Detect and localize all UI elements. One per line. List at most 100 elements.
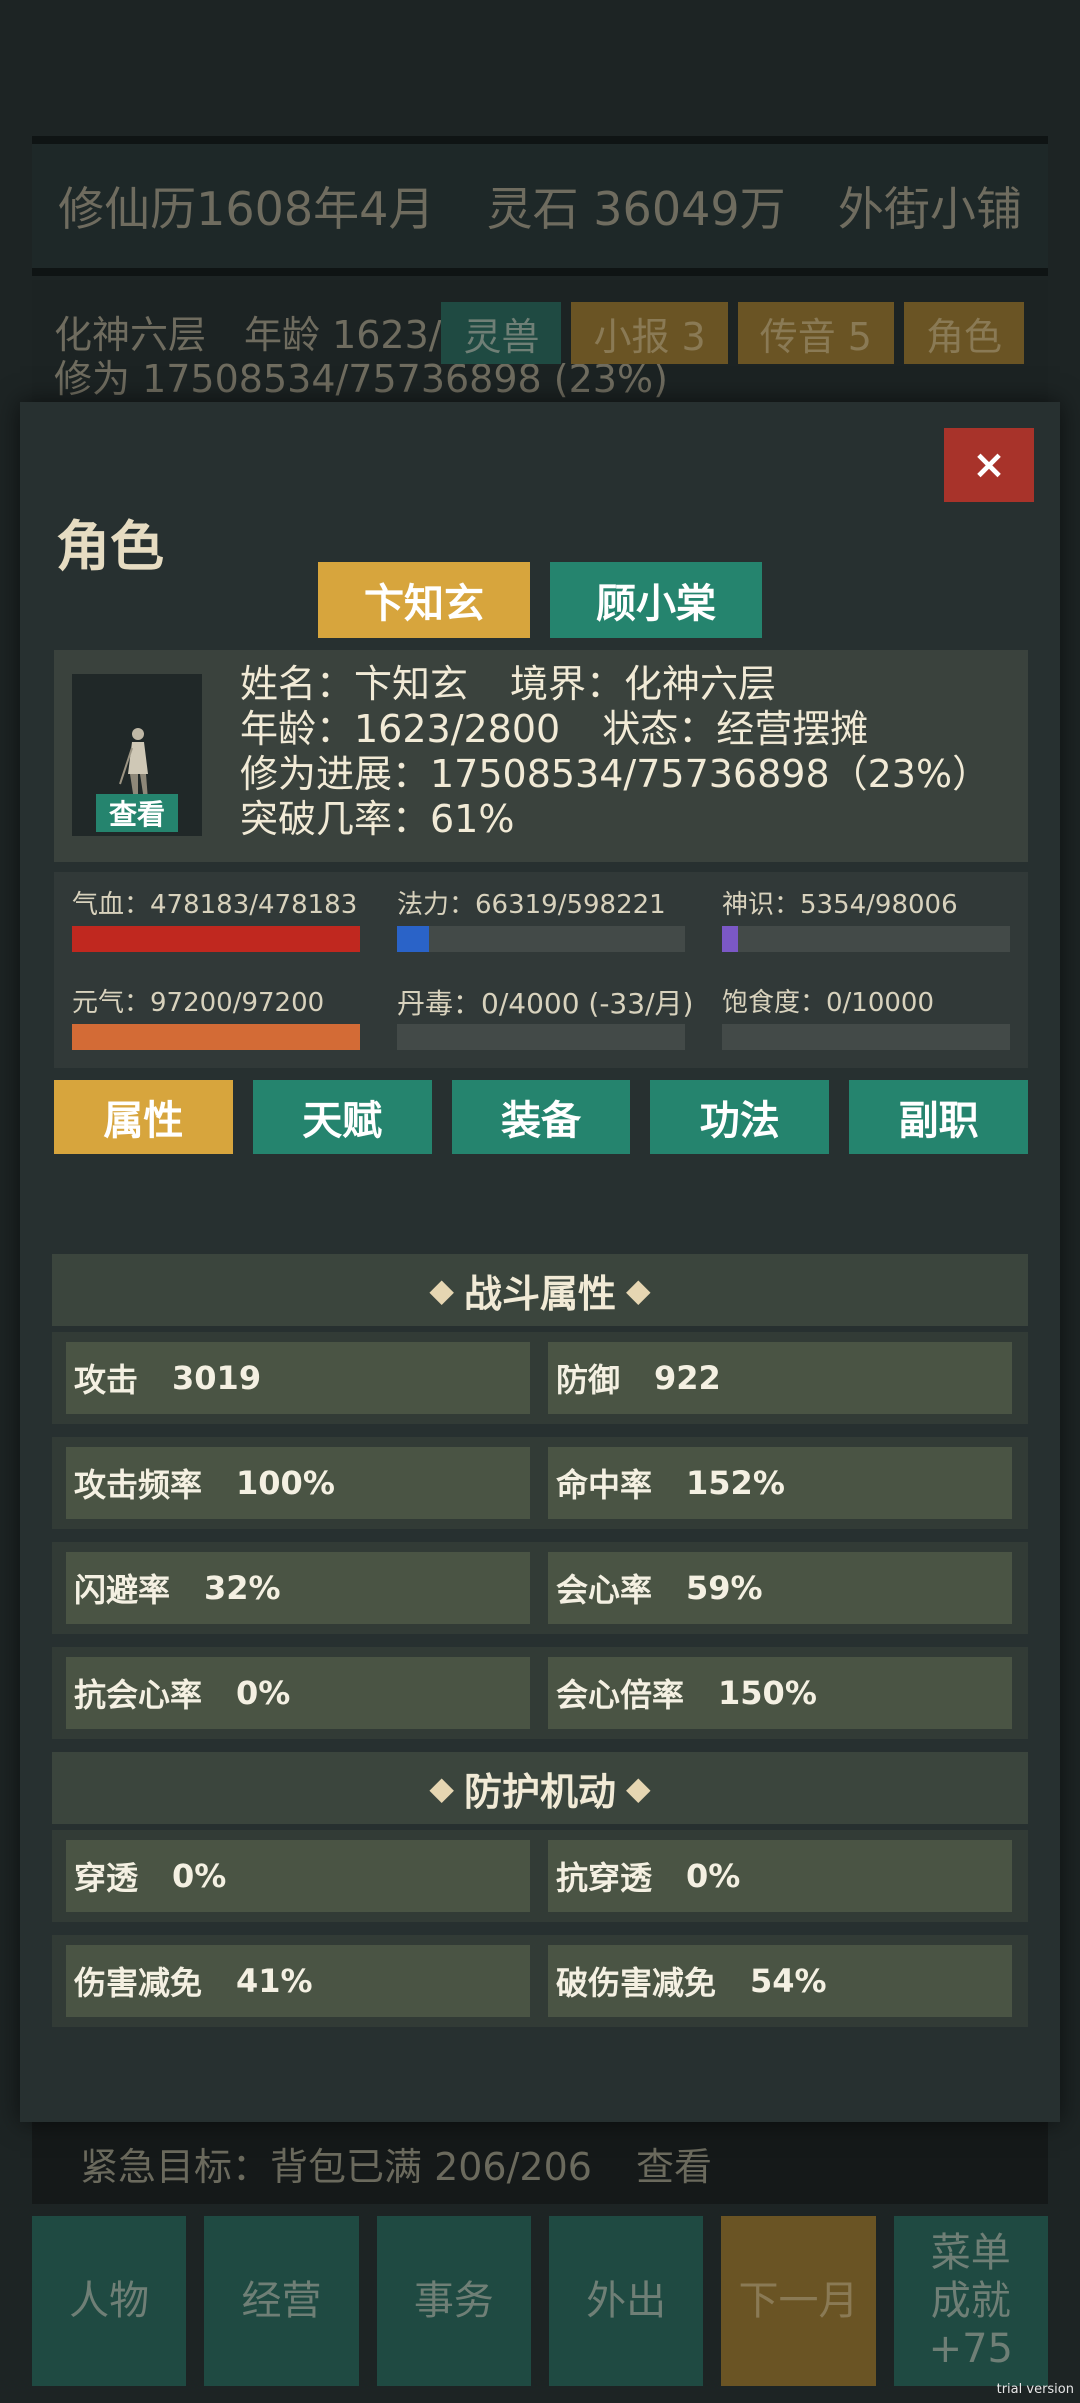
tab-techniques[interactable]: 功法: [650, 1080, 830, 1154]
diamond-icon: ◆: [429, 1769, 454, 1807]
penetration-resist-stat: 抗穿透 0%: [548, 1840, 1012, 1912]
stat-label: 攻击: [74, 1361, 139, 1399]
stat-label: 闪避率: [74, 1571, 171, 1609]
health-bar-fill: [72, 926, 360, 952]
spirit-sense-bar: [722, 926, 1010, 952]
defense-stat: 防御 922: [548, 1342, 1012, 1414]
mana-bar: [397, 926, 685, 952]
diamond-icon: ◆: [429, 1271, 454, 1309]
satiety-bar: [722, 1024, 1010, 1050]
news-button[interactable]: 小报 3: [571, 302, 728, 364]
stat-value: 54%: [750, 1962, 827, 2000]
nav-outing-button[interactable]: 外出: [548, 2216, 704, 2386]
attack-speed-stat: 攻击频率 100%: [66, 1447, 530, 1519]
vitality-bar: [72, 1024, 360, 1050]
close-icon: ×: [972, 442, 1006, 488]
satiety-stat: 饱食度：0/10000: [722, 982, 1010, 1050]
character-portrait[interactable]: 查看: [72, 674, 202, 836]
armor-break-stat: 破伤害减免 54%: [548, 1945, 1012, 2017]
nav-business-button[interactable]: 经营: [204, 2216, 359, 2386]
mana-label: 法力：66319/598221: [397, 890, 666, 920]
stat-label: 会心倍率: [556, 1676, 685, 1714]
character-tab-2[interactable]: 顾小棠: [550, 562, 762, 638]
stat-label: 破伤害减免: [556, 1964, 717, 2002]
next-month-button[interactable]: 下一月: [721, 2216, 876, 2386]
stat-value: 59%: [686, 1569, 763, 1607]
pill-toxicity-stat: 丹毒：0/4000 (-33/月): [397, 982, 694, 1050]
vitality-stat: 元气：97200/97200: [72, 982, 360, 1050]
defense-section-title: 防护机动: [463, 1769, 616, 1814]
character-age: 年龄：1623/2800: [240, 707, 561, 751]
urgent-goal-text: 紧急目标：背包已满 206/206: [80, 2144, 592, 2189]
tab-talents[interactable]: 天赋: [252, 1080, 432, 1154]
character-status-summary: 化神六层 年龄 1623/2800 修为 17508534/75736898 (…: [32, 280, 1048, 420]
character-info-lines: 姓名：卞知玄 境界：化神六层 年龄：1623/2800 状态：经营摆摊 修为进展：1…: [240, 662, 990, 842]
spirit-beast-button[interactable]: 灵兽: [441, 302, 562, 364]
character-button[interactable]: 角色: [903, 302, 1024, 364]
stat-label: 攻击频率: [74, 1466, 203, 1504]
satiety-label: 饱食度：0/10000: [722, 988, 935, 1018]
tab-attributes[interactable]: 属性: [54, 1080, 233, 1154]
dodge-rate-stat: 闪避率 32%: [66, 1552, 530, 1624]
location-label[interactable]: 外街小铺: [838, 173, 1022, 239]
vitality-label: 元气：97200/97200: [72, 988, 325, 1018]
defense-section-header: ◆ 防护机动 ◆: [52, 1752, 1028, 1824]
stat-row: 抗会心率 0% 会心倍率 150%: [52, 1647, 1028, 1739]
urgent-goal-bar: 紧急目标：背包已满 206/206 查看: [32, 2122, 1048, 2204]
mana-bar-fill: [397, 926, 429, 952]
top-status-bar: 修仙历1608年4月 灵石 36049万 外街小铺: [32, 136, 1048, 276]
stat-value: 0%: [686, 1857, 741, 1895]
mana-stat: 法力：66319/598221: [397, 884, 685, 952]
pill-toxicity-label: 丹毒：0/4000 (-33/月): [397, 987, 694, 1020]
character-state: 状态：经营摆摊: [602, 707, 869, 751]
breakthrough-chance: 突破几率：61%: [240, 797, 515, 841]
diamond-icon: ◆: [626, 1271, 651, 1309]
close-button[interactable]: ×: [944, 428, 1034, 502]
spirit-sense-label: 神识：5354/98006: [722, 890, 958, 920]
vitality-bar-fill: [72, 1024, 360, 1050]
stat-label: 命中率: [556, 1466, 653, 1504]
stat-row: 穿透 0% 抗穿透 0%: [52, 1830, 1028, 1922]
achievements-label: 成就+75: [928, 2278, 1014, 2372]
stat-label: 抗会心率: [74, 1676, 203, 1714]
health-label: 气血：478183/478183: [72, 890, 358, 920]
spirit-sense-bar-fill: [722, 926, 738, 952]
stat-label: 穿透: [74, 1859, 139, 1897]
character-name: 姓名：卞知玄: [240, 662, 469, 706]
stat-value: 150%: [718, 1674, 817, 1712]
nav-affairs-button[interactable]: 事务: [376, 2216, 531, 2386]
stat-value: 32%: [204, 1569, 281, 1607]
stat-value: 100%: [236, 1464, 335, 1502]
vitals-panel: 气血：478183/478183 法力：66319/598221 神识：5354…: [54, 872, 1028, 1068]
stat-label: 抗穿透: [556, 1859, 653, 1897]
cultivator-figure-icon: [119, 728, 148, 800]
tab-equipment[interactable]: 装备: [451, 1080, 631, 1154]
stat-row: 伤害减免 41% 破伤害减免 54%: [52, 1935, 1028, 2027]
crit-multiplier-stat: 会心倍率 150%: [548, 1657, 1012, 1729]
nav-character-button[interactable]: 人物: [32, 2216, 187, 2386]
character-sub-tabs: 属性 天赋 装备 功法 副职: [54, 1080, 1028, 1154]
stat-label: 会心率: [556, 1571, 653, 1609]
combat-section-title: 战斗属性: [463, 1271, 616, 1316]
bottom-navigation: 人物 经营 事务 外出 下一月 菜单 成就+75: [32, 2216, 1048, 2386]
character-tabs: 卞知玄 顾小棠: [318, 562, 762, 638]
portrait-view-button[interactable]: 查看: [96, 794, 178, 832]
crit-resist-stat: 抗会心率 0%: [66, 1657, 530, 1729]
character-modal: × 角色 卞知玄 顾小棠 查看 姓名：卞知玄 境界：化神六层 年龄：1623/28…: [20, 402, 1060, 2122]
stat-label: 防御: [556, 1361, 621, 1399]
stat-label: 伤害减免: [74, 1964, 203, 2002]
messages-button[interactable]: 传音 5: [737, 302, 894, 364]
stat-value: 922: [654, 1359, 721, 1397]
stat-row: 攻击 3019 防御 922: [52, 1332, 1028, 1424]
menu-button[interactable]: 菜单 成就+75: [893, 2216, 1048, 2386]
character-realm: 境界：化神六层: [510, 662, 777, 706]
penetration-stat: 穿透 0%: [66, 1840, 530, 1912]
tab-side-jobs[interactable]: 副职: [849, 1080, 1028, 1154]
health-stat: 气血：478183/478183: [72, 884, 360, 952]
game-date: 修仙历1608年4月: [58, 182, 435, 236]
urgent-goal-view-link[interactable]: 查看: [636, 2136, 712, 2191]
damage-reduction-stat: 伤害减免 41%: [66, 1945, 530, 2017]
character-tab-1[interactable]: 卞知玄: [318, 562, 530, 638]
spirit-sense-stat: 神识：5354/98006: [722, 884, 1010, 952]
stat-row: 闪避率 32% 会心率 59%: [52, 1542, 1028, 1634]
